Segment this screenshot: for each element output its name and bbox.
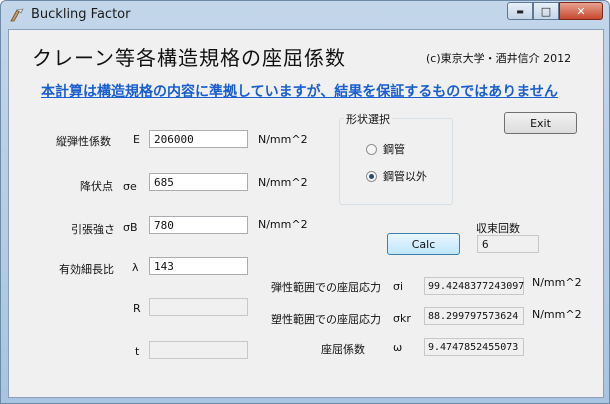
symbol-sigma-b: σB <box>123 221 138 234</box>
unit-plastic: N/mm^2 <box>532 308 582 321</box>
label-buckling-factor: 座屈係数 <box>321 343 365 356</box>
label-r: R <box>133 302 141 315</box>
radio-non-steel-pipe-label: 鋼管以外 <box>383 170 427 183</box>
maximize-button[interactable]: □ <box>533 2 559 20</box>
yield-point-input[interactable]: 685 <box>149 173 248 191</box>
window-title: Buckling Factor <box>31 7 131 22</box>
radio-steel-pipe-label: 鋼管 <box>383 143 405 156</box>
maximize-icon: □ <box>540 4 552 18</box>
title-bar[interactable]: Buckling Factor ▬ □ ✕ <box>1 1 609 29</box>
radio-non-steel-pipe-indicator[interactable] <box>366 170 377 182</box>
calc-button[interactable]: Calc <box>387 233 460 255</box>
copyright-label: (c)東京大学・酒井信介 2012 <box>426 52 572 65</box>
label-slenderness: 有効細長比 <box>59 263 114 276</box>
elastic-modulus-input[interactable]: 206000 <box>149 130 248 148</box>
label-elastic-buckling-stress: 弾性範囲での座屈応力 <box>271 281 381 294</box>
radio-steel-pipe[interactable]: 鋼管 <box>366 141 405 157</box>
unit-elastic: N/mm^2 <box>532 276 582 289</box>
elastic-buckling-stress-field: 99.4248377243097 <box>424 277 524 295</box>
tensile-strength-input[interactable]: 780 <box>149 216 248 234</box>
radio-steel-pipe-indicator[interactable] <box>366 143 377 155</box>
symbol-e: E <box>133 133 140 146</box>
label-convergence-count: 収束回数 <box>476 222 520 235</box>
shape-selection-title: 形状選択 <box>344 111 392 127</box>
label-yield-point: 降伏点 <box>80 180 113 193</box>
close-icon: ✕ <box>576 4 586 18</box>
app-window: Buckling Factor ▬ □ ✕ クレーン等各構造規格の座屈係数 (c… <box>0 0 610 404</box>
app-icon <box>10 8 24 22</box>
unit-e: N/mm^2 <box>258 133 308 146</box>
plastic-buckling-stress-field: 88.299797573624 <box>424 307 524 325</box>
symbol-sigma-i: σi <box>393 280 404 293</box>
shape-selection-group: 形状選択 鋼管 鋼管以外 <box>339 111 453 205</box>
symbol-sigma-e: σe <box>123 180 137 193</box>
slenderness-input[interactable]: 143 <box>149 257 248 275</box>
unit-tensile: N/mm^2 <box>258 218 308 231</box>
unit-yield: N/mm^2 <box>258 176 308 189</box>
disclaimer-link[interactable]: 本計算は構造規格の内容に準拠していますが、結果を保証するものではありません <box>41 81 558 101</box>
thickness-input[interactable] <box>149 341 248 359</box>
exit-button[interactable]: Exit <box>504 112 577 134</box>
radius-input[interactable] <box>149 298 248 316</box>
form-client-area: クレーン等各構造規格の座屈係数 (c)東京大学・酒井信介 2012 本計算は構造… <box>8 29 604 398</box>
minimize-button[interactable]: ▬ <box>507 2 533 20</box>
radio-non-steel-pipe[interactable]: 鋼管以外 <box>366 168 427 184</box>
buckling-factor-field: 9.4747852455073 <box>424 338 524 356</box>
label-tensile-strength: 引張強さ <box>71 223 115 236</box>
symbol-lambda: λ <box>132 261 139 274</box>
symbol-omega: ω <box>393 341 403 354</box>
window-controls: ▬ □ ✕ <box>507 2 603 22</box>
label-elastic-modulus: 縦弾性係数 <box>56 135 111 148</box>
minimize-icon: ▬ <box>516 6 524 16</box>
label-plastic-buckling-stress: 塑性範囲での座屈応力 <box>271 313 381 326</box>
close-button[interactable]: ✕ <box>559 2 603 20</box>
page-title: クレーン等各構造規格の座屈係数 <box>32 46 346 70</box>
symbol-sigma-kr: σkr <box>393 312 411 325</box>
convergence-count-field: 6 <box>477 235 539 253</box>
label-t: t <box>135 345 140 358</box>
